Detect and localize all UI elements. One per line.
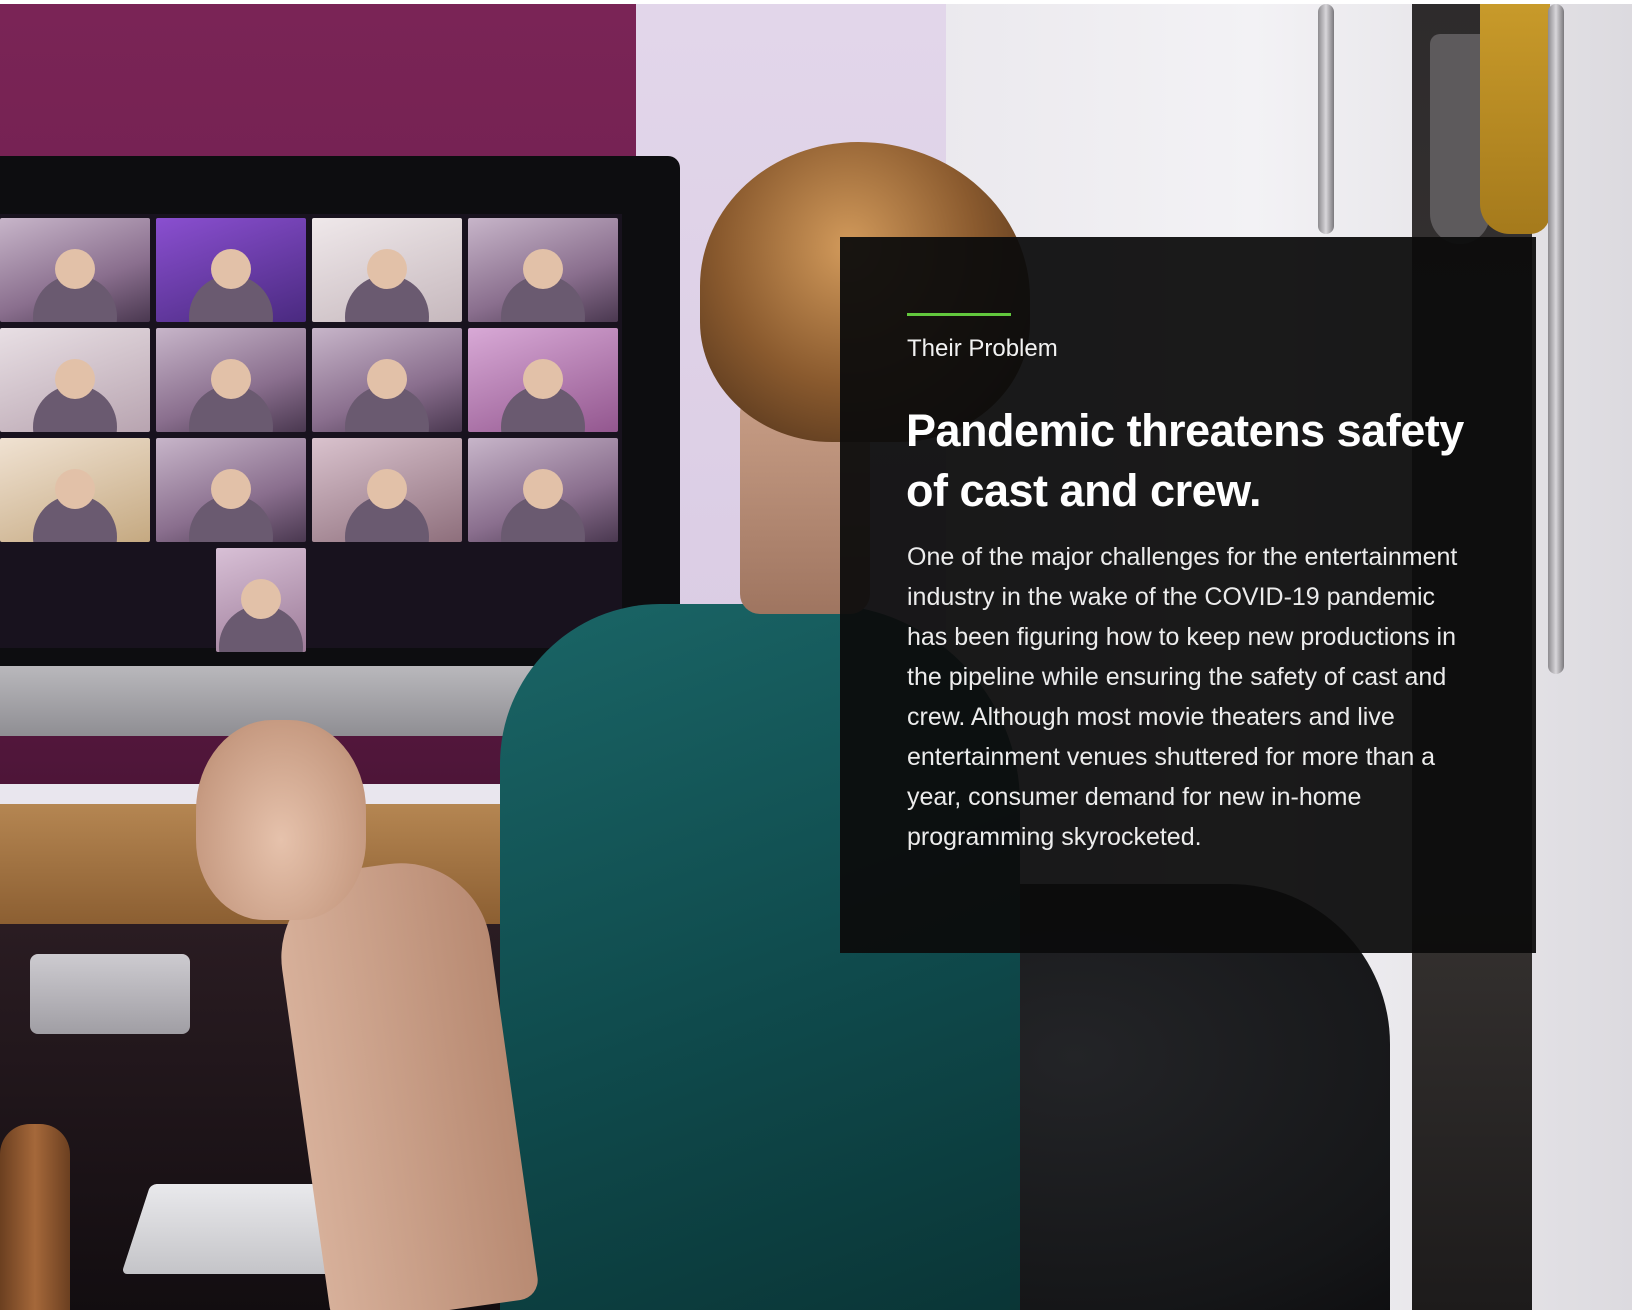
video-tile — [312, 438, 462, 542]
person-hand — [196, 720, 366, 920]
wooden-post — [0, 1124, 70, 1310]
wardrobe-handle — [1548, 4, 1564, 674]
video-tile — [216, 548, 306, 652]
page: Their Problem Pandemic threatens safety … — [0, 0, 1632, 1310]
video-tile — [312, 328, 462, 432]
hanging-clothes-yellow — [1480, 4, 1550, 234]
desk-device — [30, 954, 190, 1034]
problem-card: Their Problem Pandemic threatens safety … — [840, 237, 1536, 953]
wardrobe-handle — [1318, 4, 1334, 234]
card-headline: Pandemic threatens safety of cast and cr… — [906, 405, 1464, 516]
video-tile — [156, 218, 306, 322]
video-tile — [468, 218, 618, 322]
video-tile — [0, 328, 150, 432]
video-tile — [0, 218, 150, 322]
video-tile — [312, 218, 462, 322]
card-body-text: One of the major challenges for the ente… — [907, 543, 1458, 851]
section-eyebrow: Their Problem — [907, 335, 1058, 362]
video-tile — [468, 328, 618, 432]
video-tile — [0, 438, 150, 542]
video-tile — [468, 438, 618, 542]
video-tile — [156, 438, 306, 542]
video-call-grid — [0, 214, 622, 652]
video-tile — [156, 328, 306, 432]
accent-line — [907, 313, 1011, 316]
